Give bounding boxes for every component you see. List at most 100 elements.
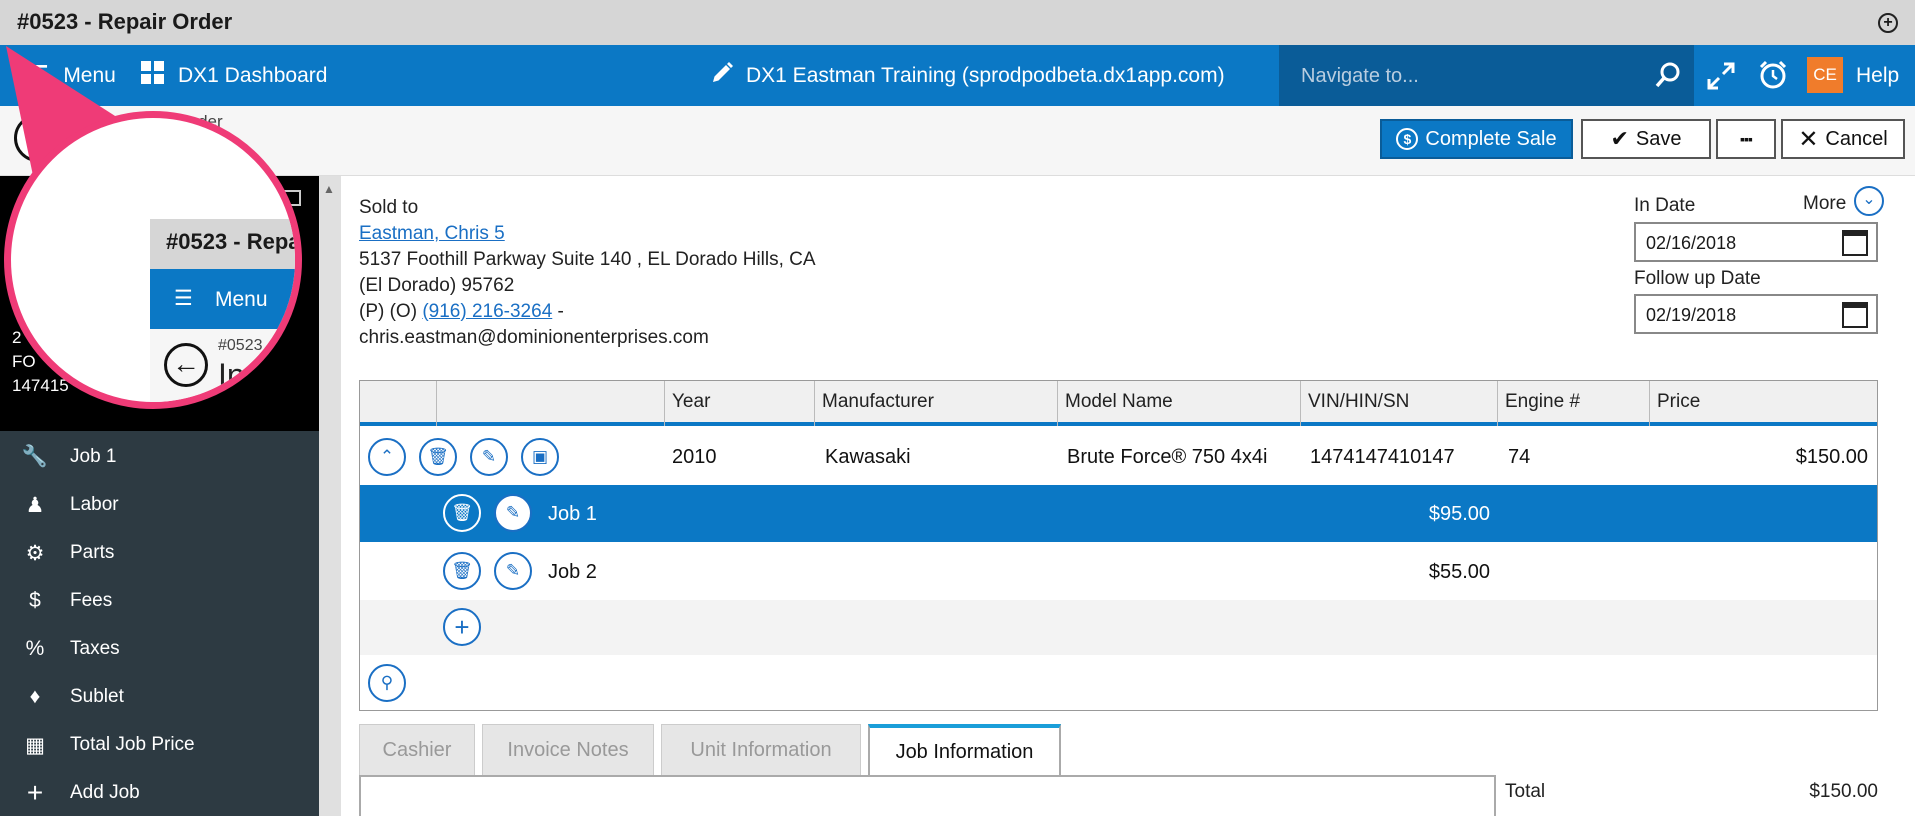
dollar-circle-icon: $ — [1396, 128, 1419, 150]
callout-titlebar: #0523 - Repa — [150, 219, 301, 269]
plus-icon: + — [26, 777, 44, 808]
more-actions-button[interactable]: ▪▪▪ — [1716, 119, 1776, 159]
vertical-scrollbar[interactable]: ▲ — [319, 176, 341, 816]
sidebar-item-taxes[interactable]: % Taxes — [0, 625, 319, 673]
sidebar-item-sublet[interactable]: ♦ Sublet — [0, 673, 319, 721]
tab-job-information[interactable]: Job Information — [868, 724, 1061, 776]
total-label: Total — [1505, 781, 1546, 802]
job-row-selected[interactable]: 🗑 ✎ Job 1 $95.00 — [360, 485, 1877, 542]
cancel-button[interactable]: ✕ Cancel — [1781, 119, 1905, 159]
sidebar-item-label: Total Job Price — [70, 734, 195, 755]
column-header-engine[interactable]: Engine # — [1498, 381, 1650, 426]
follow-up-date-label: Follow up Date — [1634, 268, 1761, 289]
units-table: Year Manufacturer Model Name VIN/HIN/SN … — [359, 380, 1878, 711]
people-icon: ♟ — [25, 493, 45, 517]
column-header-year[interactable]: Year — [665, 381, 815, 426]
chevron-down-icon[interactable]: ⌄ — [1854, 186, 1884, 216]
back-arrow-icon: ← — [164, 343, 208, 387]
save-button[interactable]: ✔ Save — [1581, 119, 1711, 159]
search-icon[interactable] — [1654, 61, 1682, 94]
edit-pencil-icon[interactable]: ✎ — [470, 438, 508, 476]
add-job-plus-icon[interactable]: + — [443, 608, 481, 646]
window-add-icon[interactable]: + — [1878, 13, 1898, 33]
follow-up-date-field[interactable]: 02/19/2018 — [1634, 294, 1878, 334]
callout-page-title: Inv — [218, 357, 261, 393]
callout-title: #0523 - Repa — [166, 229, 301, 254]
calendar-icon[interactable] — [1842, 302, 1868, 328]
customer-email: chris.eastman@dominionenterprises.com — [359, 327, 709, 348]
follow-up-date-value: 02/19/2018 — [1646, 305, 1737, 325]
tab-cashier[interactable]: Cashier — [359, 724, 475, 776]
phone-suffix: - — [552, 301, 564, 322]
sidebar-item-parts[interactable]: ⚙ Parts — [0, 529, 319, 577]
job-row[interactable]: 🗑 ✎ Job 2 $55.00 — [360, 542, 1877, 600]
table-header: Year Manufacturer Model Name VIN/HIN/SN … — [360, 381, 1877, 426]
add-job-row: + — [360, 600, 1877, 655]
trash-icon[interactable]: 🗑 — [443, 494, 481, 532]
search-unit-icon[interactable]: ⚲ — [368, 664, 406, 702]
sidebar-item-label: Job 1 — [70, 446, 117, 467]
more-label[interactable]: More — [1803, 193, 1846, 215]
complete-sale-button[interactable]: $ Complete Sale — [1380, 119, 1573, 159]
navigate-input[interactable] — [1301, 59, 1621, 93]
column-header-price[interactable]: Price — [1650, 381, 1877, 426]
calendar-icon[interactable] — [1842, 230, 1868, 256]
checkmark-icon: ✔ — [1610, 126, 1629, 151]
table-row: ⌃ 🗑 ✎ ▣ 2010 Kawasaki Brute Force® 750 4… — [360, 430, 1877, 485]
sidebar-item-labor[interactable]: ♟ Labor — [0, 481, 319, 529]
tab-unit-information[interactable]: Unit Information — [661, 724, 861, 776]
save-label: Save — [1635, 127, 1682, 150]
cancel-label: Cancel — [1825, 127, 1888, 150]
tag-icon: ♦ — [29, 685, 41, 708]
sidebar-item-label: Labor — [70, 494, 119, 515]
calendar-dollar-icon: ▦ — [25, 733, 45, 757]
fullscreen-icon[interactable] — [1706, 61, 1736, 96]
customer-phone-link[interactable]: (916) 216-3264 — [422, 301, 552, 322]
tab-invoice-notes[interactable]: Invoice Notes — [482, 724, 654, 776]
customer-address-line2: (El Dorado) 95762 — [359, 275, 515, 296]
unit-manufacturer: Kawasaki — [825, 446, 911, 468]
site-selector[interactable]: DX1 Eastman Training (sprodpodbeta.dx1ap… — [710, 45, 1225, 106]
column-header-model-name[interactable]: Model Name — [1058, 381, 1301, 426]
column-header-manufacturer[interactable]: Manufacturer — [815, 381, 1058, 426]
close-icon: ✕ — [1798, 125, 1819, 153]
alarm-clock-icon[interactable] — [1757, 59, 1789, 96]
customer-name-link[interactable]: Eastman, Chris 5 — [359, 223, 505, 244]
trash-icon[interactable]: 🗑 — [443, 552, 481, 590]
unit-model: Brute Force® 750 4x4i — [1067, 446, 1268, 468]
scroll-up-icon[interactable]: ▲ — [323, 182, 335, 196]
in-date-label: In Date — [1634, 195, 1696, 216]
gear-icon: ⚙ — [25, 541, 45, 565]
collapse-chevron-icon[interactable]: ⌃ — [368, 438, 406, 476]
total-value: $150.00 — [1809, 781, 1878, 802]
trash-icon[interactable]: 🗑 — [419, 438, 457, 476]
sidebar-item-add-job[interactable]: + Add Job — [0, 769, 319, 816]
dollar-circle-icon: $ — [29, 589, 41, 612]
column-header-vin[interactable]: VIN/HIN/SN — [1301, 381, 1498, 426]
edit-pencil-icon[interactable]: ✎ — [494, 494, 532, 532]
tab-panel — [359, 775, 1496, 816]
job-name: Job 2 — [548, 561, 597, 583]
job-name: Job 1 — [548, 503, 597, 525]
user-avatar[interactable]: CE — [1807, 57, 1843, 93]
edit-pencil-icon[interactable]: ✎ — [494, 552, 532, 590]
wrench-icon: 🔧 — [21, 445, 49, 468]
sidebar-item-total-job-price[interactable]: ▦ Total Job Price — [0, 721, 319, 769]
sold-to-block: Sold to Eastman, Chris 5 5137 Foothill P… — [359, 195, 816, 351]
customer-address-line1: 5137 Foothill Parkway Suite 140 , EL Dor… — [359, 249, 816, 270]
sidebar-item-fees[interactable]: $ Fees — [0, 577, 319, 625]
in-date-value: 02/16/2018 — [1646, 233, 1737, 253]
image-icon[interactable]: ▣ — [521, 438, 559, 476]
dashboard-button[interactable]: DX1 Dashboard — [141, 45, 327, 106]
window-title: #0523 - Repair Order — [17, 9, 233, 34]
in-date-field[interactable]: 02/16/2018 — [1634, 222, 1878, 262]
percent-tax-icon: % — [25, 637, 45, 660]
navigate-search — [1279, 45, 1694, 106]
unit-year: 2010 — [672, 446, 717, 468]
window-titlebar: #0523 - Repair Order + — [0, 0, 1915, 45]
help-link[interactable]: Help — [1856, 45, 1899, 106]
sidebar-item-job-1[interactable]: 🔧 Job 1 — [0, 433, 319, 481]
sold-to-label: Sold to — [359, 197, 419, 218]
callout-breadcrumb: #0523 — [218, 337, 263, 354]
hamburger-icon: ☰ — [174, 287, 193, 310]
